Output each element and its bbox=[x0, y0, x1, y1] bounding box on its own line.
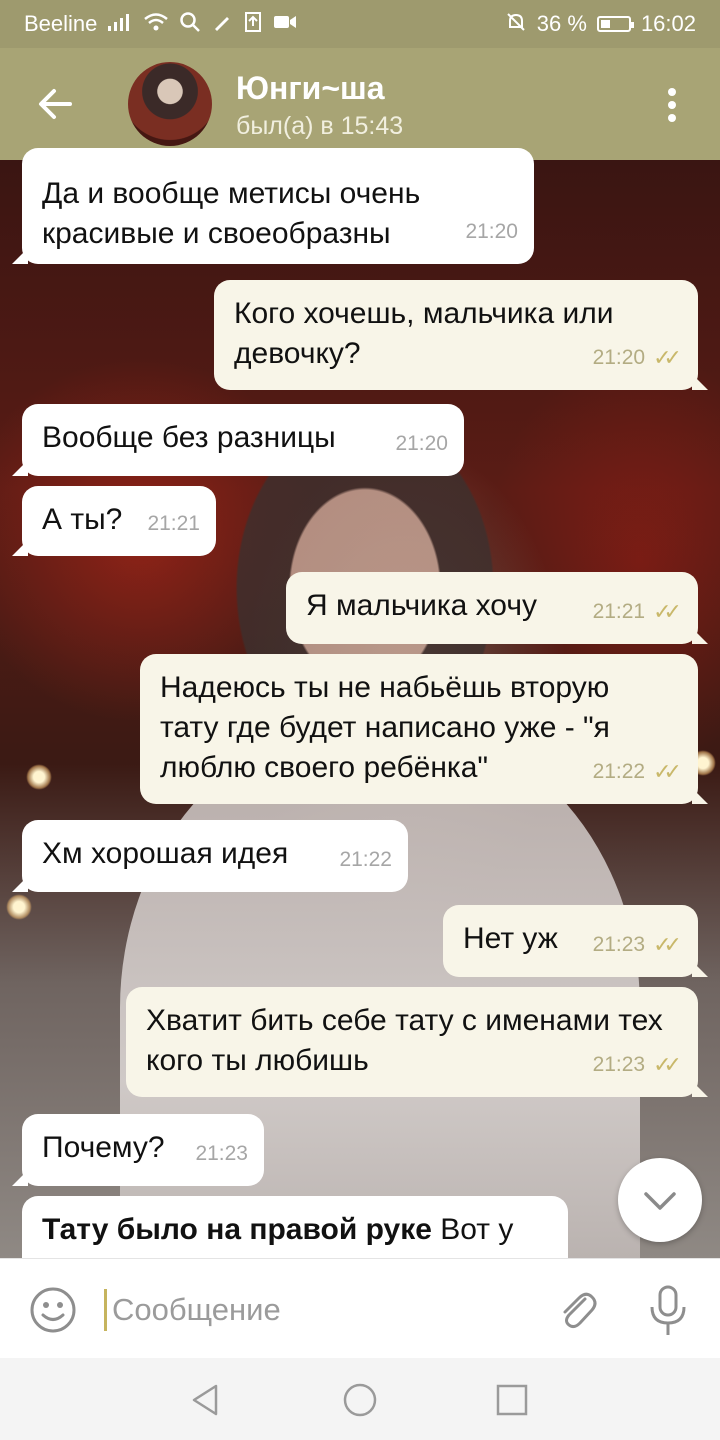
arrow-left-icon bbox=[39, 89, 72, 119]
clock: 16:02 bbox=[640, 11, 696, 36]
message-incoming[interactable]: Хм хорошая идея 21:22 bbox=[12, 820, 408, 892]
message-time: 21:22 bbox=[339, 848, 392, 871]
back-button[interactable] bbox=[28, 76, 84, 132]
message-meta: 21:20 bbox=[465, 212, 518, 252]
system-nav-bar bbox=[0, 1358, 720, 1440]
message-text: Почему? bbox=[42, 1131, 165, 1164]
message-outgoing[interactable]: Я мальчика хочу 21:21 ✓✓ bbox=[286, 572, 708, 644]
message-outgoing[interactable]: Надеюсь ты не набьёшь вторую тату где бу… bbox=[140, 654, 708, 804]
wifi-icon bbox=[143, 12, 169, 36]
message-meta: 21:20 ✓✓ bbox=[593, 338, 682, 378]
message-time: 21:20 bbox=[592, 346, 646, 369]
smiley-icon bbox=[30, 1287, 76, 1333]
message-time: 21:20 bbox=[395, 432, 448, 455]
message-text: Да и вообще метисы очень красивые и свое… bbox=[42, 177, 421, 250]
message-incoming[interactable]: Почему? 21:23 bbox=[12, 1114, 264, 1186]
message-meta: 21:22 ✓✓ bbox=[593, 752, 682, 792]
message-text: Вот у bbox=[431, 1213, 514, 1246]
battery-percent: 36 % bbox=[536, 11, 587, 36]
wallpaper-candle bbox=[6, 894, 32, 920]
read-ticks-icon: ✓✓ bbox=[653, 1052, 682, 1077]
mute-bell-icon bbox=[505, 11, 527, 37]
home-circle-icon bbox=[343, 1383, 377, 1417]
message-text: Надеюсь ты не набьёшь вторую тату где бу… bbox=[160, 671, 610, 784]
message-meta: 21:22 bbox=[339, 840, 392, 880]
message-time: 21:23 bbox=[592, 933, 646, 956]
message-time: 21:23 bbox=[592, 1053, 646, 1076]
message-time: 21:22 bbox=[592, 760, 646, 783]
message-input[interactable] bbox=[110, 1283, 534, 1337]
message-meta: 21:21 bbox=[147, 504, 200, 544]
read-ticks-icon: ✓✓ bbox=[653, 759, 682, 784]
message-text: Хм хорошая идея bbox=[42, 837, 289, 870]
emoji-button[interactable] bbox=[28, 1285, 78, 1335]
recents-square-icon bbox=[496, 1384, 528, 1416]
message-incoming[interactable]: А ты? 21:21 bbox=[12, 486, 216, 556]
chat-header: Юнги~ша был(а) в 15:43 bbox=[0, 48, 720, 160]
text-cursor bbox=[104, 1289, 107, 1331]
more-menu-button[interactable] bbox=[654, 84, 690, 128]
nav-recents-button[interactable] bbox=[492, 1380, 532, 1420]
message-incoming[interactable]: Тату было на правой руке Вот у bbox=[22, 1196, 568, 1258]
signal-icon bbox=[107, 12, 133, 36]
message-text: Вообще без разницы bbox=[42, 421, 336, 454]
message-meta: 21:21 ✓✓ bbox=[593, 592, 682, 632]
read-ticks-icon: ✓✓ bbox=[653, 599, 682, 624]
avatar[interactable] bbox=[128, 62, 212, 146]
status-right: 36 % 16:02 bbox=[505, 11, 696, 37]
back-triangle-icon bbox=[192, 1384, 218, 1416]
message-incoming[interactable]: Вообще без разницы 21:20 bbox=[12, 404, 464, 476]
message-text: Я мальчика хочу bbox=[306, 589, 537, 622]
carrier-label: Beeline bbox=[24, 11, 98, 36]
microphone-icon bbox=[650, 1285, 686, 1335]
message-meta: 21:23 bbox=[195, 1134, 248, 1174]
message-text: А ты? bbox=[42, 503, 123, 536]
battery-icon bbox=[596, 16, 634, 32]
video-icon bbox=[273, 12, 297, 36]
message-outgoing[interactable]: Хватит бить себе тату с именами тех кого… bbox=[126, 987, 708, 1097]
status-left: Beeline bbox=[24, 11, 297, 37]
scroll-down-button[interactable] bbox=[618, 1158, 702, 1242]
more-vertical-icon bbox=[654, 88, 690, 122]
read-ticks-icon: ✓✓ bbox=[653, 932, 682, 957]
message-time: 21:20 bbox=[465, 220, 518, 243]
pen-icon bbox=[211, 11, 233, 37]
contact-name[interactable]: Юнги~ша bbox=[236, 70, 384, 107]
upload-icon bbox=[243, 11, 263, 37]
message-incoming[interactable]: Да и вообще метисы очень красивые и свое… bbox=[12, 148, 534, 264]
voice-record-button[interactable] bbox=[644, 1283, 692, 1339]
attach-button[interactable] bbox=[552, 1285, 602, 1335]
search-status-icon bbox=[179, 11, 201, 37]
message-meta: 21:23 ✓✓ bbox=[593, 1045, 682, 1085]
message-meta: 21:23 ✓✓ bbox=[593, 925, 682, 965]
message-bold-text: Тату было на правой руке bbox=[42, 1213, 432, 1246]
message-text: Нет уж bbox=[463, 922, 558, 955]
message-time: 21:21 bbox=[147, 512, 200, 535]
message-text: Хватит бить себе тату с именами тех кого… bbox=[146, 1004, 663, 1077]
message-time: 21:21 bbox=[592, 600, 646, 623]
message-composer bbox=[0, 1258, 720, 1358]
message-time: 21:23 bbox=[195, 1142, 248, 1165]
status-bar: Beeline 36 % 16:02 bbox=[0, 0, 720, 48]
paperclip-icon bbox=[563, 1292, 597, 1329]
chevron-down-icon bbox=[644, 1192, 676, 1210]
wallpaper-candle bbox=[26, 764, 52, 790]
message-outgoing[interactable]: Нет уж 21:23 ✓✓ bbox=[443, 905, 708, 977]
read-ticks-icon: ✓✓ bbox=[653, 345, 682, 370]
last-seen: был(а) в 15:43 bbox=[236, 112, 404, 140]
message-meta: 21:20 bbox=[395, 424, 448, 464]
message-text: Кого хочешь, мальчика или девочку? bbox=[234, 297, 614, 370]
message-outgoing[interactable]: Кого хочешь, мальчика или девочку? 21:20… bbox=[214, 280, 708, 390]
nav-home-button[interactable] bbox=[340, 1380, 380, 1420]
nav-back-button[interactable] bbox=[186, 1380, 226, 1420]
